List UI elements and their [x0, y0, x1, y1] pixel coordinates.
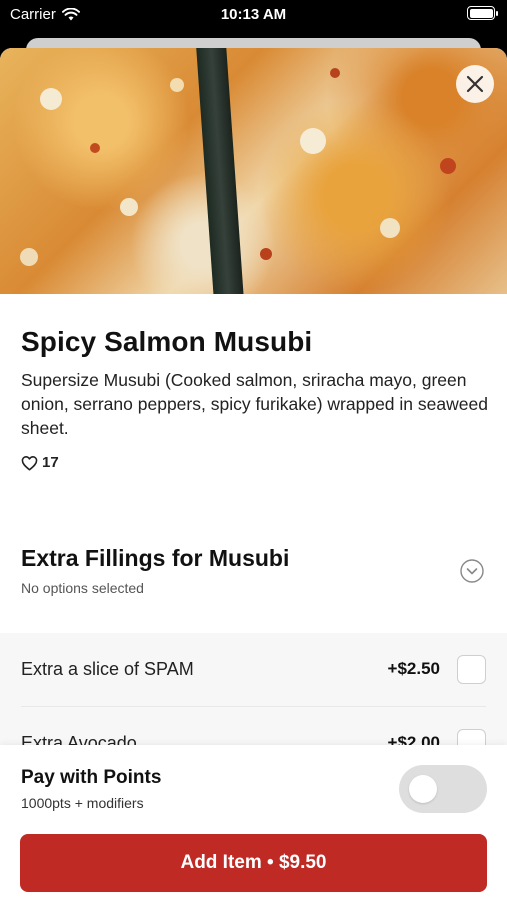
fillings-options-list: Extra a slice of SPAM +$2.50 Extra Avoca… — [0, 633, 507, 781]
like-count: 17 — [42, 454, 59, 471]
pay-with-points-label: Pay with Points — [21, 767, 162, 788]
fillings-selection-status: No options selected — [21, 580, 144, 596]
heart-icon — [21, 455, 38, 471]
toggle-knob — [409, 775, 437, 803]
close-icon — [466, 75, 484, 93]
status-bar: Carrier 10:13 AM — [0, 0, 507, 30]
item-detail-sheet: Spicy Salmon Musubi Supersize Musubi (Co… — [0, 48, 507, 900]
like-button[interactable]: 17 — [21, 454, 486, 471]
points-toggle[interactable] — [399, 765, 487, 813]
close-button[interactable] — [456, 65, 494, 103]
seaweed-strip — [195, 48, 245, 294]
option-row-spam[interactable]: Extra a slice of SPAM +$2.50 — [21, 633, 486, 707]
option-label: Extra a slice of SPAM — [21, 659, 194, 679]
item-photo — [0, 48, 507, 294]
chevron-down-icon[interactable] — [460, 559, 484, 583]
points-cost: 1000pts + modifiers — [21, 795, 144, 811]
fillings-title: Extra Fillings for Musubi — [21, 545, 290, 571]
option-price: +$2.50 — [387, 659, 440, 678]
fillings-section-header[interactable]: Extra Fillings for Musubi No options sel… — [21, 545, 486, 596]
battery-icon — [467, 6, 498, 20]
item-description: Supersize Musubi (Cooked salmon, srirach… — [21, 370, 488, 438]
checkout-bar: Pay with Points 1000pts + modifiers Add … — [0, 745, 507, 900]
option-checkbox[interactable] — [457, 655, 486, 684]
add-item-label: Add Item • $9.50 — [180, 852, 327, 873]
item-info: Spicy Salmon Musubi Supersize Musubi (Co… — [0, 294, 507, 471]
item-title: Spicy Salmon Musubi — [21, 326, 313, 357]
add-item-button[interactable]: Add Item • $9.50 — [20, 834, 487, 892]
status-time: 10:13 AM — [220, 6, 287, 23]
